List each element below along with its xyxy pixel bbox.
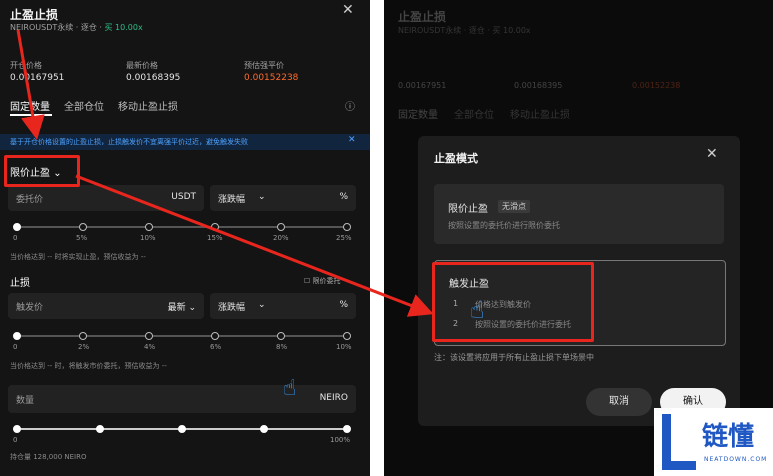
arrow-to-mode-select	[16, 29, 45, 140]
logo-domain: NEATDOWN.COM	[704, 456, 768, 463]
site-logo: 链懂 NEATDOWN.COM	[654, 408, 773, 476]
arrow-to-trigger-option	[75, 174, 434, 317]
annotation-arrows	[16, 29, 434, 317]
logo-text: 链懂	[702, 422, 755, 452]
logo-mark	[658, 414, 698, 470]
